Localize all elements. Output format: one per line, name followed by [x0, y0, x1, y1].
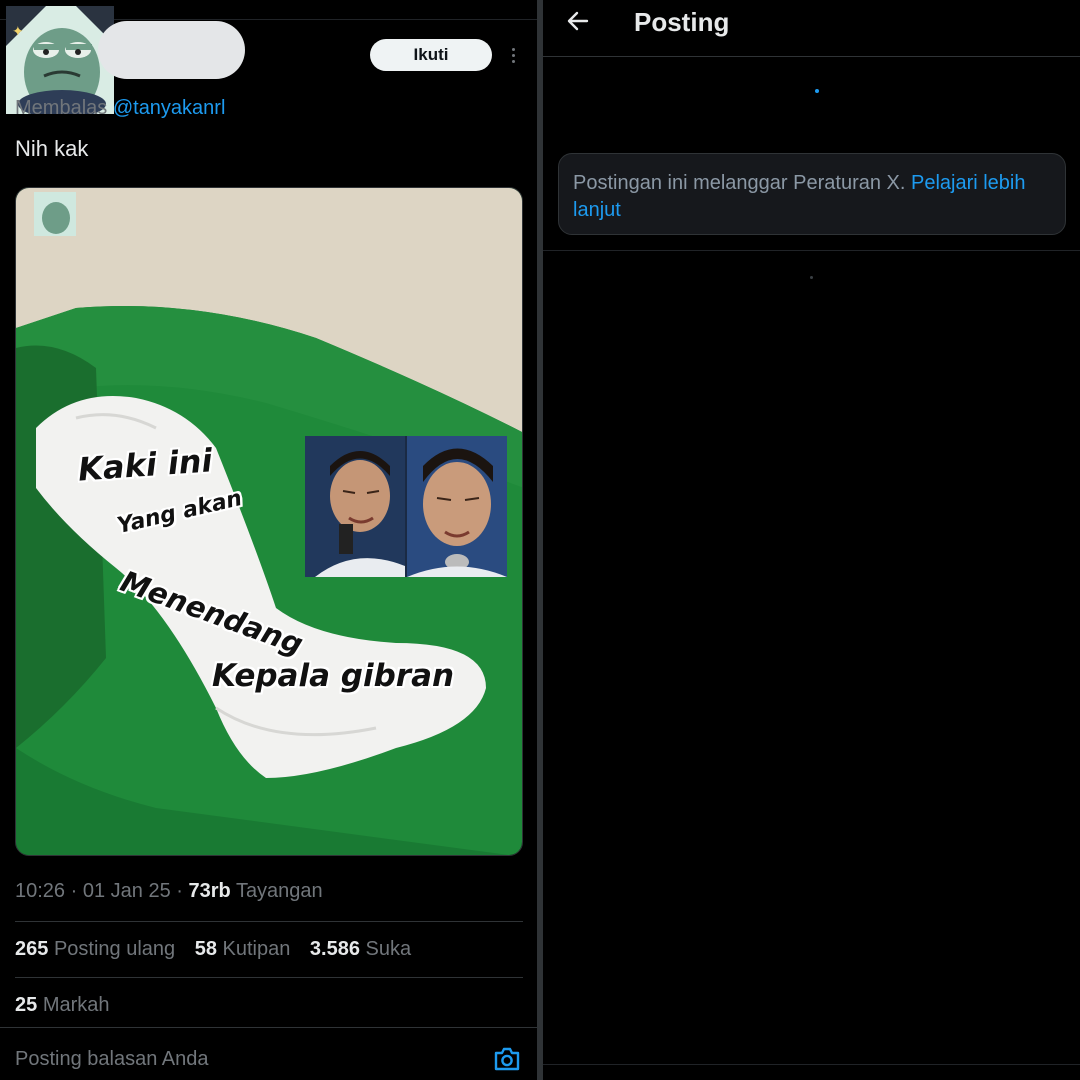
replying-to-mention[interactable]: @tanyakanrl: [113, 97, 226, 119]
post-time[interactable]: 10:26: [15, 880, 65, 902]
header-bar: Posting: [543, 0, 1080, 57]
notice-text: Postingan ini melanggar Peraturan X.: [573, 172, 906, 194]
reply-input[interactable]: Posting balasan Anda: [15, 1048, 209, 1071]
bookmarks-stat[interactable]: 25 Markah: [15, 994, 110, 1017]
reply-composer: Posting balasan Anda: [0, 1027, 537, 1080]
svg-text:✦: ✦: [12, 24, 24, 40]
quotes-count: 58: [194, 938, 217, 960]
policy-violation-notice: Postingan ini melanggar Peraturan X. Pel…: [558, 153, 1066, 235]
inset-photo-pair: [305, 436, 507, 577]
post-date[interactable]: 01 Jan 25: [83, 880, 171, 902]
arrow-left-icon[interactable]: [565, 8, 591, 34]
loading-dot-icon: [810, 276, 813, 279]
separator: ·: [176, 880, 189, 902]
post-detail-pane: ✦ ✦ Ikuti Membalas @tanyakanrl Nih kak: [0, 0, 537, 1080]
quotes-label: Kutipan: [222, 938, 291, 960]
likes-count: 3.586: [309, 938, 360, 960]
engagement-stats: 265 Posting ulang 58 Kutipan 3.586 Suka: [15, 938, 425, 961]
quotes-stat[interactable]: 58 Kutipan: [195, 938, 291, 960]
follow-button[interactable]: Ikuti: [370, 39, 492, 71]
author-handle-fragment: [168, 64, 212, 78]
reposts-count: 265: [15, 938, 49, 960]
bookmarks-count: 25: [15, 994, 38, 1016]
reposts-stat[interactable]: 265 Posting ulang: [15, 938, 175, 960]
divider: [15, 921, 523, 922]
replying-to-label: Membalas: [15, 97, 108, 119]
divider: [543, 250, 1080, 251]
likes-label: Suka: [365, 938, 412, 960]
camera-icon[interactable]: [493, 1046, 521, 1072]
bookmarks-label: Markah: [42, 994, 110, 1016]
removed-post-pane: Posting Postingan ini melanggar Peratura…: [543, 0, 1080, 1080]
likes-stat[interactable]: 3.586 Suka: [310, 938, 411, 960]
reposts-label: Posting ulang: [53, 938, 176, 960]
divider: [15, 977, 523, 978]
views-label: Tayangan: [235, 880, 323, 902]
page-title: Posting: [634, 7, 730, 37]
more-options-icon[interactable]: [500, 40, 526, 70]
separator: ·: [70, 880, 83, 902]
loading-spinner-icon: [815, 89, 819, 93]
post-text: Nih kak: [15, 136, 89, 161]
meme-caption: Kepala gibran: [212, 658, 455, 694]
replying-to: Membalas @tanyakanrl: [15, 97, 225, 120]
post-media-image[interactable]: Kaki ini Yang akan Menendang Kepala gibr…: [15, 187, 523, 856]
post-metadata: 10:26 · 01 Jan 25 · 73rb Tayangan: [15, 880, 323, 903]
divider: [543, 1064, 1080, 1065]
inset-photo-right: [407, 436, 507, 577]
inset-photo-left: [305, 436, 405, 577]
views-count: 73rb: [188, 880, 231, 902]
